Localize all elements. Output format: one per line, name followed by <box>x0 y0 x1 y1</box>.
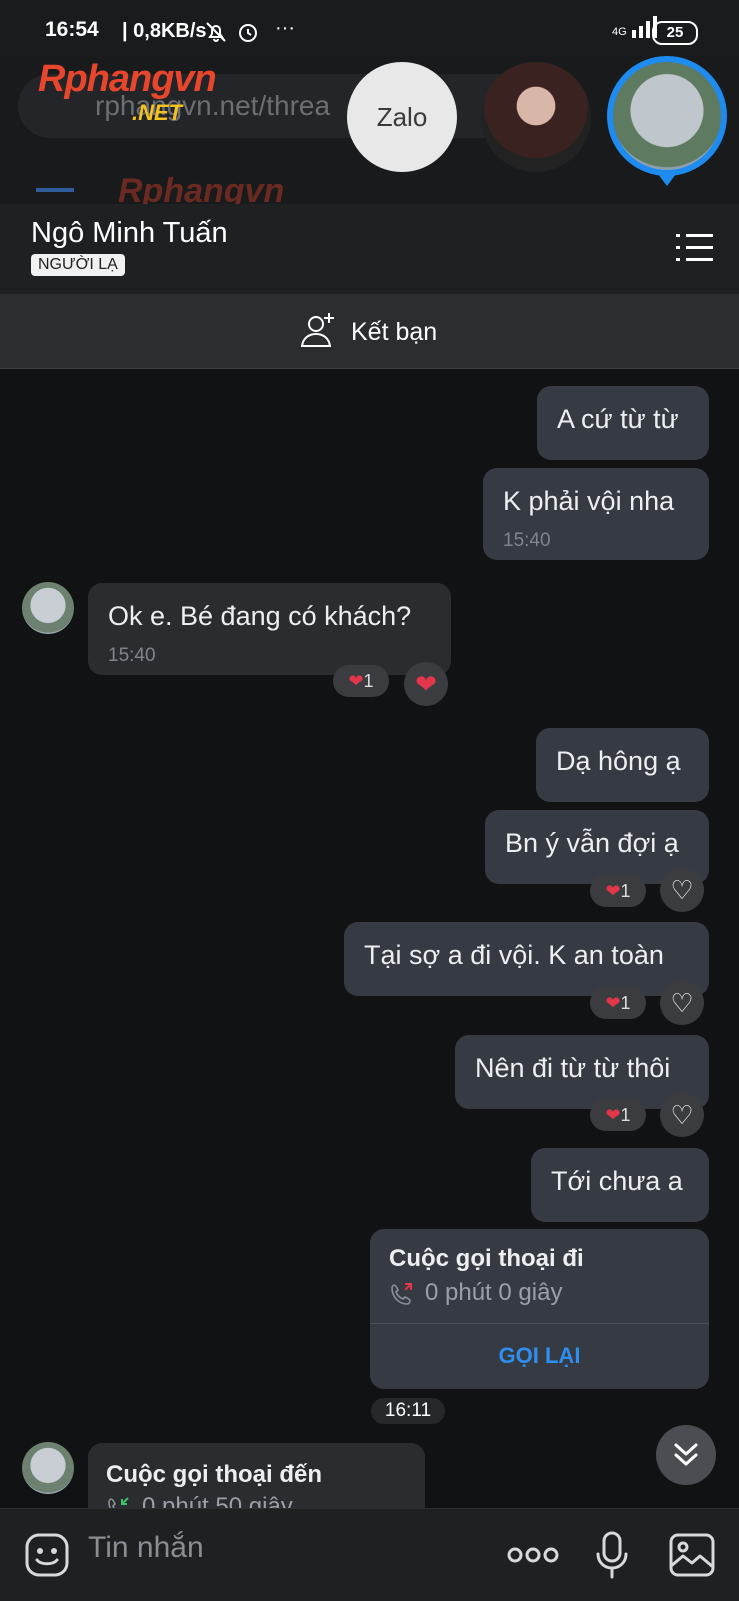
message-text: A cứ từ từ <box>557 404 679 434</box>
scroll-to-bottom-button[interactable] <box>656 1425 716 1485</box>
status-time: 16:54 <box>45 18 99 41</box>
heart-outline-button[interactable]: ♡ <box>660 1093 704 1137</box>
heart-icon: ❤ <box>605 1105 621 1125</box>
message-bubble-outgoing[interactable]: A cứ từ từ <box>537 386 709 460</box>
heart-outline-icon: ♡ <box>670 988 694 1018</box>
chat-head-active-avatar[interactable] <box>607 56 727 176</box>
zalo-chat-head[interactable]: Zalo <box>347 62 457 172</box>
hamburger-icon <box>36 188 74 192</box>
site-logo-suffix: .NET <box>132 100 183 125</box>
reaction-count[interactable]: ❤1 <box>590 875 646 907</box>
zalo-label: Zalo <box>376 102 428 132</box>
call-card-divider <box>370 1323 709 1324</box>
stranger-badge: NGƯỜI LẠ <box>31 254 125 276</box>
chat-head-pointer <box>655 170 679 186</box>
chat-head-avatar[interactable] <box>481 62 591 172</box>
message-bubble-outgoing[interactable]: Tới chưa a <box>531 1148 709 1222</box>
incoming-call-icon <box>106 1495 132 1509</box>
list-icon[interactable] <box>676 234 713 264</box>
message-text: Tại sợ a đi vội. K an toàn <box>364 940 664 970</box>
message-bubble-outgoing[interactable]: Dạ hông ạ <box>536 728 709 802</box>
message-text: Dạ hông ạ <box>556 746 681 776</box>
add-friend-label: Kết bạn <box>351 318 438 346</box>
bell-off-icon <box>204 20 228 50</box>
outgoing-call-icon <box>389 1281 415 1314</box>
more-dots-icon: ··· <box>275 17 295 39</box>
message-bubble-incoming[interactable]: Ok e. Bé đang có khách? 15:40 <box>88 583 451 675</box>
add-user-icon <box>298 310 338 350</box>
call-duration: 0 phút 50 giây <box>142 1493 293 1509</box>
heart-outline-button[interactable]: ♡ <box>660 981 704 1025</box>
message-text: Ok e. Bé đang có khách? <box>108 601 412 631</box>
call-title: Cuộc gọi thoại đi <box>389 1245 584 1272</box>
message-text: Nên đi từ từ thôi <box>475 1053 671 1083</box>
heart-filled-icon: ❤ <box>415 669 437 699</box>
message-input[interactable] <box>86 1530 450 1566</box>
status-network-speed: | 0,8KB/s <box>122 20 207 42</box>
chevron-down-double-icon <box>674 1443 698 1466</box>
heart-outline-button[interactable]: ♡ <box>660 868 704 912</box>
contact-avatar[interactable] <box>22 1442 74 1494</box>
reaction-count-value: 1 <box>620 1105 631 1125</box>
battery-indicator: 25 <box>652 21 698 45</box>
microphone-icon[interactable] <box>594 1530 630 1585</box>
message-text: K phải vội nha <box>503 486 675 516</box>
reaction-count-value: 1 <box>620 993 631 1013</box>
heart-icon: ❤ <box>605 993 621 1013</box>
call-title: Cuộc gọi thoại đến <box>106 1461 322 1488</box>
reaction-count-value: 1 <box>620 881 631 901</box>
message-bubble-outgoing[interactable]: Tại sợ a đi vội. K an toàn <box>344 922 709 996</box>
contact-avatar[interactable] <box>22 582 74 634</box>
alarm-icon <box>236 20 260 50</box>
heart-outline-icon: ♡ <box>670 1100 694 1130</box>
timestamp-pill: 16:11 <box>371 1398 445 1424</box>
call-back-button[interactable]: GỌI LẠI <box>370 1343 709 1369</box>
image-icon[interactable] <box>668 1532 716 1583</box>
incoming-call-card[interactable]: Cuộc gọi thoại đến 0 phút 50 giây <box>88 1443 425 1509</box>
heart-icon: ❤ <box>348 671 364 691</box>
more-icon[interactable] <box>506 1540 560 1575</box>
reaction-count[interactable]: ❤1 <box>590 987 646 1019</box>
contact-name[interactable]: Ngô Minh Tuấn <box>31 217 228 250</box>
message-text: Tới chưa a <box>551 1166 683 1196</box>
call-duration: 0 phút 0 giây <box>425 1279 563 1306</box>
heart-reaction-button[interactable]: ❤ <box>404 662 448 706</box>
sticker-icon[interactable] <box>24 1532 70 1583</box>
message-bubble-outgoing[interactable]: K phải vội nha 15:40 <box>483 468 709 560</box>
heart-outline-icon: ♡ <box>670 875 694 905</box>
reaction-count-value: 1 <box>363 671 374 691</box>
message-time: 15:40 <box>108 645 156 666</box>
reaction-count[interactable]: ❤1 <box>333 665 389 697</box>
heart-icon: ❤ <box>605 881 621 901</box>
reaction-count[interactable]: ❤1 <box>590 1099 646 1131</box>
message-time: 15:40 <box>503 530 551 551</box>
message-text: Bn ý vẫn đợi ạ <box>505 828 679 858</box>
site-logo: Rphangvn <box>38 58 217 100</box>
